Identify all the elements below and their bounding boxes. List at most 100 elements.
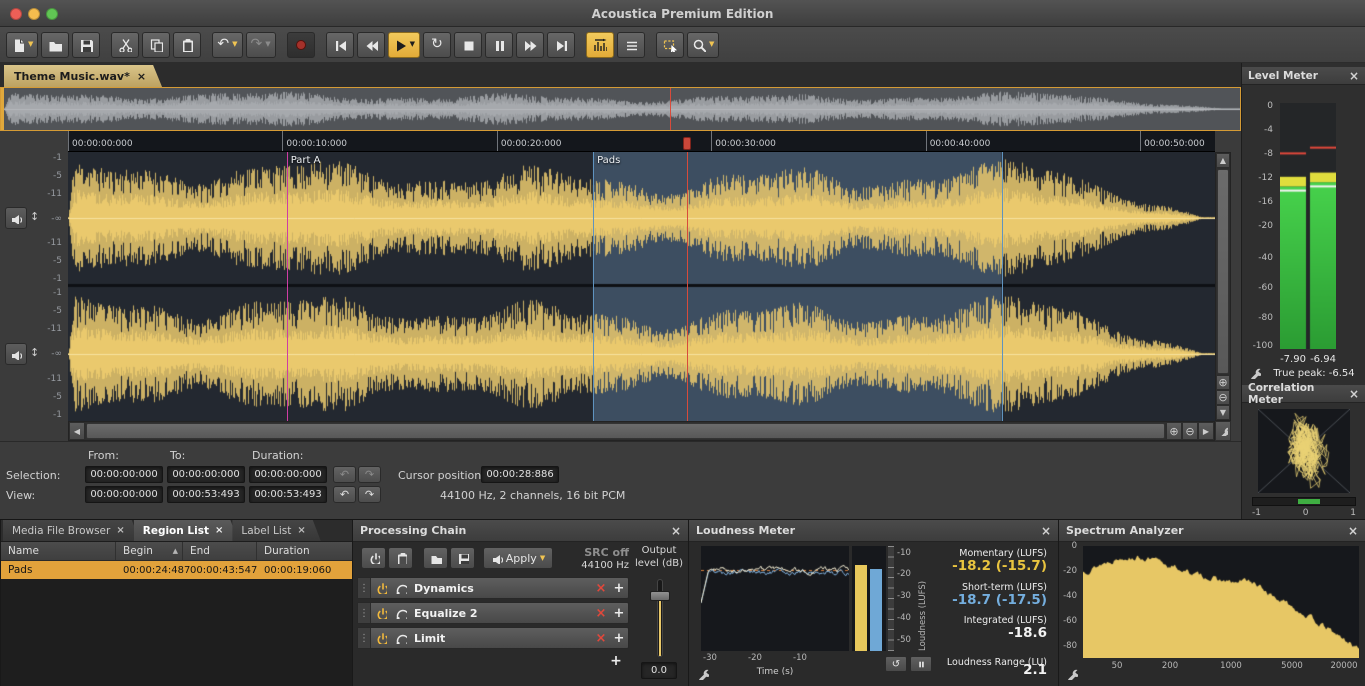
drag-handle-icon[interactable]: ⋮ bbox=[358, 603, 371, 623]
region-start-edge[interactable] bbox=[593, 152, 594, 421]
column-header-begin[interactable]: Begin▲ bbox=[116, 542, 183, 560]
zoom-out-horizontal-icon[interactable]: ⊖ bbox=[1182, 422, 1198, 440]
plugin-add-icon[interactable]: + bbox=[610, 606, 628, 621]
plugin-monitor-headphones-icon[interactable] bbox=[391, 632, 411, 644]
tab-close-icon[interactable]: × bbox=[297, 525, 305, 536]
drag-handle-icon[interactable]: ⋮ bbox=[358, 578, 371, 598]
level-meter-settings-wrench-icon[interactable] bbox=[1249, 367, 1261, 379]
loudness-reset-button[interactable]: ↺ bbox=[885, 656, 907, 672]
plugin-remove-icon[interactable]: × bbox=[592, 581, 610, 596]
loudness-meter-header[interactable]: Loudness Meter × bbox=[689, 520, 1058, 542]
plugin-remove-icon[interactable]: × bbox=[592, 631, 610, 646]
selection-to-value[interactable]: 00:00:00:000 bbox=[167, 466, 245, 483]
plugin-monitor-headphones-icon[interactable] bbox=[391, 607, 411, 619]
channel-2-options-button[interactable] bbox=[5, 343, 27, 365]
media-panel-tab[interactable]: Media File Browser × bbox=[3, 520, 140, 541]
view-range-start-handle[interactable] bbox=[1, 88, 4, 130]
redo-button[interactable]: ↷▼ bbox=[246, 32, 276, 58]
stereo-waveform-canvas[interactable] bbox=[68, 152, 1215, 421]
marker-line-part-a[interactable] bbox=[287, 152, 288, 421]
correlation-meter-header[interactable]: Correlation Meter × bbox=[1242, 385, 1365, 403]
plugin-add-icon[interactable]: + bbox=[610, 631, 628, 646]
selection-undo-button[interactable]: ↶ bbox=[333, 466, 356, 483]
region-list-empty-area[interactable] bbox=[1, 579, 352, 686]
play-button[interactable]: ▼ bbox=[388, 32, 420, 58]
vertical-scrollbar[interactable]: ▲ ⊕ ⊖ ▼ bbox=[1215, 152, 1231, 421]
selection-from-value[interactable]: 00:00:00:000 bbox=[85, 466, 163, 483]
copy-button[interactable] bbox=[142, 32, 170, 58]
drag-handle-icon[interactable]: ⋮ bbox=[358, 628, 371, 648]
spectrum-settings-wrench-icon[interactable] bbox=[1066, 668, 1078, 680]
horizontal-scrollbar[interactable]: ◀ ⊕ ⊖ ▶ bbox=[68, 421, 1215, 441]
view-to-value[interactable]: 00:00:53:493 bbox=[167, 486, 245, 503]
plugin-row[interactable]: ⋮ Limit × + bbox=[357, 627, 629, 649]
file-overview[interactable] bbox=[0, 87, 1241, 131]
go-to-end-button[interactable] bbox=[547, 32, 575, 58]
playhead-marker-handle[interactable] bbox=[683, 137, 691, 150]
paste-button[interactable] bbox=[173, 32, 201, 58]
document-tab[interactable]: Theme Music.wav* × bbox=[4, 65, 162, 87]
rewind-button[interactable] bbox=[357, 32, 385, 58]
media-panel-tab[interactable]: Label List × bbox=[232, 520, 320, 541]
save-file-button[interactable] bbox=[72, 32, 100, 58]
plugin-remove-icon[interactable]: × bbox=[592, 606, 610, 621]
editor-settings-button[interactable] bbox=[1215, 421, 1231, 441]
tab-close-icon[interactable]: × bbox=[137, 70, 146, 83]
spectrum-analyzer-header[interactable]: Spectrum Analyzer × bbox=[1059, 520, 1365, 542]
vertical-scroll-thumb[interactable] bbox=[1217, 169, 1229, 374]
view-duration-value[interactable]: 00:00:53:493 bbox=[249, 486, 327, 503]
selection-duration-value[interactable]: 00:00:00:000 bbox=[249, 466, 327, 483]
marker-label-part-a[interactable]: Part A bbox=[291, 155, 321, 166]
pause-button[interactable] bbox=[485, 32, 513, 58]
tab-close-icon[interactable]: × bbox=[215, 525, 223, 536]
plugin-add-icon[interactable]: + bbox=[610, 581, 628, 596]
zoom-tool-button[interactable]: ▼ bbox=[687, 32, 719, 58]
loudness-meter-close-icon[interactable]: × bbox=[1041, 525, 1051, 537]
output-level-value[interactable]: 0.0 bbox=[641, 662, 677, 679]
zoom-out-vertical-icon[interactable]: ⊖ bbox=[1216, 390, 1230, 405]
log-view-button[interactable] bbox=[617, 32, 645, 58]
record-button[interactable] bbox=[287, 32, 315, 58]
stop-button[interactable] bbox=[454, 32, 482, 58]
selection-redo-button[interactable]: ↷ bbox=[358, 466, 381, 483]
chain-bypass-button[interactable] bbox=[361, 547, 386, 569]
column-header-end[interactable]: End bbox=[183, 542, 257, 560]
column-header-name[interactable]: Name bbox=[1, 542, 116, 560]
chain-save-button[interactable] bbox=[450, 547, 475, 569]
zoom-in-horizontal-icon[interactable]: ⊕ bbox=[1166, 422, 1182, 440]
processing-chain-close-icon[interactable]: × bbox=[671, 525, 681, 537]
region-row-selected[interactable]: Pads 00:00:24:487 00:00:43:547 00:00:19:… bbox=[1, 561, 353, 579]
marker-label-pads[interactable]: Pads bbox=[597, 155, 620, 166]
undo-button[interactable]: ↶▼ bbox=[212, 32, 242, 58]
horizontal-scroll-thumb[interactable] bbox=[86, 423, 1165, 439]
plugin-monitor-headphones-icon[interactable] bbox=[391, 582, 411, 594]
waveform-display[interactable]: Part A Pads bbox=[68, 152, 1215, 421]
processing-chain-header[interactable]: Processing Chain × bbox=[353, 520, 688, 542]
loudness-settings-wrench-icon[interactable] bbox=[697, 668, 709, 680]
scroll-left-icon[interactable]: ◀ bbox=[69, 422, 85, 440]
chain-copy-button[interactable] bbox=[388, 547, 413, 569]
add-plugin-button[interactable]: + bbox=[607, 653, 625, 669]
apply-button[interactable]: Apply ▼ bbox=[483, 547, 553, 569]
scroll-down-icon[interactable]: ▼ bbox=[1216, 405, 1230, 420]
scrub-tool-button[interactable] bbox=[586, 32, 614, 58]
plugin-power-icon[interactable] bbox=[371, 582, 391, 594]
column-header-duration[interactable]: Duration bbox=[257, 542, 353, 560]
plugin-power-icon[interactable] bbox=[371, 632, 391, 644]
view-undo-button[interactable]: ↶ bbox=[333, 486, 356, 503]
overview-waveform[interactable] bbox=[4, 88, 1240, 130]
level-meter-close-icon[interactable]: × bbox=[1349, 70, 1359, 82]
loop-playback-button[interactable]: ↻ bbox=[423, 32, 451, 58]
new-file-button[interactable]: ▼ bbox=[6, 32, 38, 58]
open-file-button[interactable] bbox=[41, 32, 69, 58]
region-end-edge[interactable] bbox=[1002, 152, 1003, 421]
tab-close-icon[interactable]: × bbox=[116, 525, 124, 536]
plugin-row[interactable]: ⋮ Dynamics × + bbox=[357, 577, 629, 599]
scroll-right-icon[interactable]: ▶ bbox=[1198, 422, 1214, 440]
cursor-position-value[interactable]: 00:00:28:886 bbox=[481, 466, 559, 483]
view-redo-button[interactable]: ↷ bbox=[358, 486, 381, 503]
fast-forward-button[interactable] bbox=[516, 32, 544, 58]
level-meter-header[interactable]: Level Meter × bbox=[1242, 67, 1365, 85]
plugin-row[interactable]: ⋮ Equalize 2 × + bbox=[357, 602, 629, 624]
chain-open-button[interactable] bbox=[423, 547, 448, 569]
